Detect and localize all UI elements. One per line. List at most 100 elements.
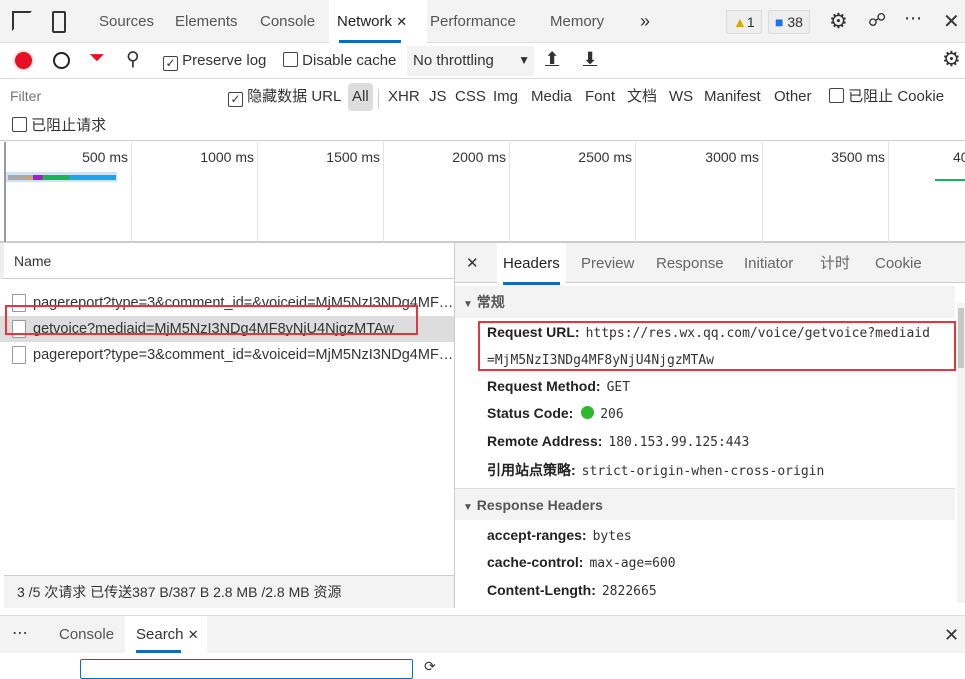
type-filter-xhr[interactable]: XHR	[388, 83, 420, 111]
type-filter-doc[interactable]: 文档	[627, 83, 657, 111]
close-details-icon[interactable]: ✕	[466, 243, 479, 285]
tab-memory[interactable]: Memory	[550, 0, 604, 43]
checkbox[interactable]	[12, 117, 27, 132]
throttling-value: No throttling	[413, 52, 494, 69]
value: strict-origin-when-cross-origin	[581, 464, 825, 479]
close-tab-icon[interactable]: ✕	[188, 627, 199, 642]
search-icon[interactable]: ⚲	[126, 48, 140, 71]
key: accept-ranges:	[487, 527, 587, 543]
export-har-icon[interactable]: ⬇	[583, 49, 597, 69]
request-row[interactable]: pagereport?type=3&comment_id=&voiceid=Mj…	[0, 342, 454, 368]
dropdown-arrow-icon: ▼	[518, 53, 530, 67]
tab-timing[interactable]: 计时	[820, 243, 850, 285]
drawer-more-icon[interactable]: ⋯	[12, 623, 28, 643]
timeline-bar	[8, 175, 116, 180]
type-filter-img[interactable]: Img	[493, 83, 518, 111]
message-icon: ■	[775, 14, 784, 30]
tab-performance[interactable]: Performance	[430, 0, 516, 43]
refresh-icon[interactable]: ⟳	[424, 658, 436, 675]
throttling-select[interactable]: No throttling ▼	[407, 46, 534, 76]
name-column-header[interactable]: Name	[0, 243, 454, 279]
key: 引用站点策略:	[487, 462, 576, 478]
value: 180.153.99.125:443	[608, 435, 750, 450]
drawer-tab-search[interactable]: Search ✕	[125, 616, 207, 653]
request-name: pagereport?type=3&comment_id=&voiceid=Mj…	[33, 347, 454, 363]
checkbox[interactable]: ✓	[228, 92, 243, 107]
tab-label: Search	[136, 626, 184, 643]
status-bar: 3 /5 次请求 已传送387 B/387 B 2.8 MB /2.8 MB 资…	[4, 575, 454, 608]
filter-input[interactable]	[6, 85, 213, 107]
details-tab-bar: ✕ Headers Preview Response Initiator 计时 …	[455, 243, 965, 285]
record-icon[interactable]	[15, 52, 32, 69]
checkbox[interactable]: ✓	[163, 56, 178, 71]
clear-icon[interactable]	[53, 52, 70, 69]
status-dot-icon	[581, 406, 595, 419]
key: Remote Address:	[487, 433, 603, 449]
tab-network[interactable]: Network ✕	[329, 0, 427, 43]
type-filter-css[interactable]: CSS	[455, 83, 486, 111]
highlight-box	[478, 321, 956, 371]
checkbox[interactable]	[829, 88, 844, 103]
referrer-policy-row: 引用站点策略: strict-origin-when-cross-origin	[487, 460, 824, 480]
type-filter-js[interactable]: JS	[429, 83, 447, 111]
tab-headers[interactable]: Headers	[497, 243, 566, 285]
gear-icon[interactable]: ⚙	[829, 9, 848, 34]
close-tab-icon[interactable]: ✕	[396, 14, 407, 29]
blocked-requests-checkbox[interactable]: 已阻止请求	[12, 112, 106, 140]
type-filter-other[interactable]: Other	[774, 83, 812, 111]
close-drawer-icon[interactable]: ✕	[944, 625, 959, 646]
checkbox[interactable]	[283, 52, 298, 67]
warnings-badge[interactable]: ▲1	[726, 10, 762, 34]
disable-cache-checkbox[interactable]: Disable cache	[283, 43, 396, 78]
scrollbar[interactable]	[957, 303, 965, 603]
remote-address-row: Remote Address: 180.153.99.125:443	[487, 433, 749, 450]
timeline-tick: 500 ms	[4, 142, 131, 242]
tab-elements[interactable]: Elements	[175, 0, 238, 43]
inspect-element-icon[interactable]	[12, 11, 32, 31]
tab-preview[interactable]: Preview	[581, 243, 634, 285]
general-section-header[interactable]: ▼ 常规	[455, 286, 955, 318]
search-input[interactable]	[80, 659, 413, 679]
feedback-icon[interactable]: ☍	[868, 10, 886, 31]
tab-response[interactable]: Response	[656, 243, 724, 285]
tab-console[interactable]: Console	[260, 0, 315, 43]
tab-cookies[interactable]: Cookie	[875, 243, 922, 285]
drawer-tab-console[interactable]: Console	[59, 626, 114, 643]
timeline-tick: 2000 ms	[383, 142, 509, 242]
chevrons-right-icon[interactable]: »	[640, 0, 650, 43]
collapse-triangle-icon: ▼	[463, 502, 473, 513]
type-filter-all[interactable]: All	[348, 83, 373, 111]
section-title: Response Headers	[476, 497, 603, 513]
import-har-icon[interactable]: ⬆	[545, 49, 559, 69]
warnings-count: 1	[746, 14, 755, 30]
blocked-cookies-label: 已阻止 Cookie	[848, 88, 945, 105]
network-settings-icon[interactable]: ⚙	[942, 47, 961, 72]
timeline-tick: 1000 ms	[131, 142, 257, 242]
request-list: Name pagereport?type=3&comment_id=&voice…	[0, 243, 455, 608]
tab-sources[interactable]: Sources	[99, 0, 154, 43]
preserve-log-checkbox[interactable]: ✓ Preserve log	[163, 43, 266, 78]
blocked-cookies-checkbox[interactable]: 已阻止 Cookie	[829, 83, 944, 111]
filter-icon[interactable]: ⏷	[89, 47, 105, 70]
close-devtools-icon[interactable]: ✕	[943, 9, 960, 34]
hide-data-urls-label: 隐藏数据 URL	[247, 88, 342, 105]
type-filter-media[interactable]: Media	[531, 83, 572, 111]
tab-initiator[interactable]: Initiator	[744, 243, 793, 285]
type-filter-ws[interactable]: WS	[669, 83, 693, 111]
scrollbar-thumb[interactable]	[958, 308, 964, 368]
response-headers-section-header[interactable]: ▼ Response Headers	[455, 488, 955, 520]
timeline-tick: 3000 ms	[635, 142, 762, 242]
header-row: accept-ranges: bytes	[487, 527, 632, 544]
request-details-panel: ✕ Headers Preview Response Initiator 计时 …	[455, 243, 965, 608]
more-options-icon[interactable]: ⋯	[904, 8, 922, 29]
type-filter-font[interactable]: Font	[585, 83, 615, 111]
key: Content-Length:	[487, 582, 596, 598]
type-filter-manifest[interactable]: Manifest	[704, 83, 761, 111]
warning-icon: ▲	[733, 14, 747, 30]
messages-badge[interactable]: ■ 38	[768, 10, 810, 34]
device-toolbar-icon[interactable]	[52, 11, 66, 33]
value: GET	[606, 380, 631, 395]
hide-data-urls-checkbox[interactable]: ✓ 隐藏数据 URL	[228, 83, 341, 111]
timeline-tick: 2500 ms	[509, 142, 635, 242]
network-overview-timeline[interactable]: 500 ms 1000 ms 1500 ms 2000 ms 2500 ms 3…	[0, 142, 965, 243]
